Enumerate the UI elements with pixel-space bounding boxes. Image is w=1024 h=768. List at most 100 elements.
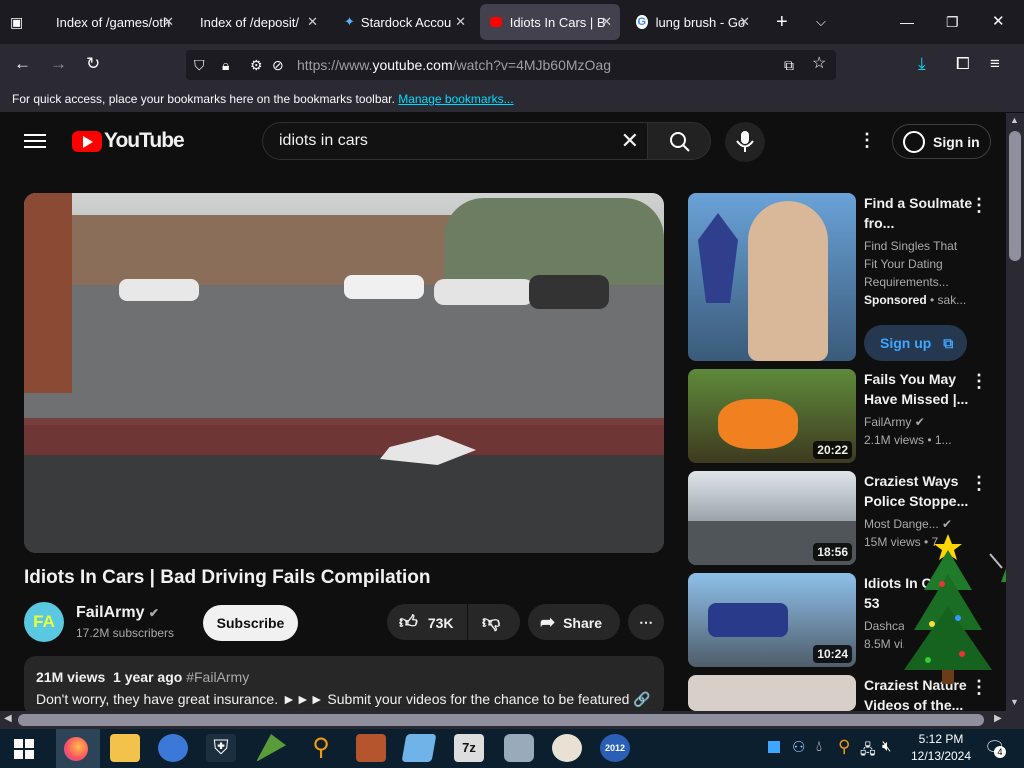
download-icon[interactable]: ⤓ — [918, 54, 926, 74]
kebab-icon[interactable]: ⋮ — [970, 195, 988, 216]
youtube-logo-text[interactable]: YouTube — [104, 129, 185, 153]
tray-search-icon[interactable]: ⚲ — [838, 737, 850, 757]
rec-channel[interactable]: Dashcam — [864, 617, 904, 635]
clock[interactable]: 5:12 PM 12/13/2024 — [910, 732, 972, 763]
people-app-icon[interactable] — [158, 734, 188, 762]
back-arrow-icon[interactable]: ← — [14, 54, 31, 74]
calendar-app-icon[interactable]: 2012 — [600, 734, 630, 762]
close-icon[interactable]: ✕ — [307, 14, 318, 30]
tray-people-icon[interactable]: ⚇ — [792, 738, 805, 756]
youtube-logo-icon[interactable] — [72, 131, 102, 152]
lock-icon[interactable]: 🔒︎ — [222, 55, 229, 75]
windows-start-icon[interactable] — [14, 739, 34, 759]
paint-app-icon[interactable] — [552, 734, 582, 762]
horizontal-scrollbar[interactable]: ◀ ▶ — [0, 711, 1024, 729]
security-shield-icon[interactable]: ⛨ — [206, 734, 236, 762]
close-icon[interactable]: ✕ — [601, 14, 612, 30]
search-input[interactable]: idiots in cars ✕ — [262, 122, 648, 160]
video-player[interactable] — [24, 193, 664, 553]
video-car — [434, 279, 534, 305]
new-tab-icon[interactable]: + — [776, 12, 788, 32]
network-icon[interactable]: 🖧︎ — [860, 739, 876, 763]
hashtag-link[interactable]: #FailArmy — [186, 669, 249, 685]
extensions-icon[interactable]: ⧠ — [956, 54, 970, 74]
url-text: https://www.youtube.com/watch?v=4MJb60Mz… — [297, 57, 611, 73]
photo-app-icon[interactable] — [356, 734, 386, 762]
sign-in-button[interactable]: Sign in — [892, 124, 991, 159]
minimize-icon[interactable]: — — [900, 12, 914, 32]
volume-muted-icon[interactable]: 🔇︎ — [882, 738, 891, 755]
vertical-scrollbar[interactable]: ▲ ▼ — [1006, 113, 1024, 711]
url-bar[interactable]: ⛉ 🔒︎ ⚙ ⊘ https://www.youtube.com/watch?v… — [186, 50, 836, 80]
kebab-icon[interactable]: ⋮ — [970, 371, 988, 392]
firefox-icon — [64, 737, 88, 761]
channel-avatar[interactable]: FA — [24, 602, 64, 642]
tab-label: lung brush - Go — [655, 14, 746, 30]
file-explorer-icon[interactable] — [110, 734, 140, 762]
tab-google[interactable]: Glung brush - Go ✕ — [626, 4, 758, 40]
scroll-right-icon[interactable]: ▶ — [994, 713, 1002, 724]
like-button[interactable]: 👍︎ 73K — [387, 604, 467, 640]
search-button[interactable] — [647, 122, 711, 160]
close-window-icon[interactable]: ✕ — [992, 12, 1005, 32]
tab-games[interactable]: Index of /games/oth ✕ — [46, 4, 182, 40]
manage-bookmarks-link[interactable]: Manage bookmarks... — [398, 92, 513, 106]
tab-youtube[interactable]: Idiots In Cars | B ✕ — [480, 4, 620, 40]
channel-name-row[interactable]: FailArmy ✔ — [76, 604, 159, 622]
scroll-left-icon[interactable]: ◀ — [4, 713, 12, 724]
rec-title[interactable]: Craziest Ways Police Stoppe... — [864, 471, 974, 511]
clear-search-icon[interactable]: ✕ — [621, 128, 639, 154]
menu-icon[interactable]: ≡ — [990, 54, 1000, 74]
video-stats: 21M views 1 year ago #FailArmy — [36, 669, 652, 685]
tray-drop-icon[interactable]: 💧︎ — [816, 738, 822, 755]
shield-icon[interactable]: ⛉ — [194, 55, 205, 75]
close-icon[interactable]: ✕ — [163, 14, 174, 30]
tab-stardock[interactable]: ✦ Stardock Accou ✕ — [334, 4, 474, 40]
voice-search-button[interactable] — [725, 122, 765, 162]
url-path: /watch?v=4MJb60MzOag — [452, 57, 611, 73]
ad-thumbnail[interactable] — [688, 193, 856, 361]
notes-app-icon[interactable] — [401, 734, 437, 762]
rec-thumbnail[interactable]: 18:56 — [688, 471, 856, 565]
description-box[interactable]: 21M views 1 year ago #FailArmy Don't wor… — [24, 656, 664, 716]
restore-icon[interactable]: ❐ — [946, 12, 959, 32]
monitor-app-icon[interactable] — [504, 734, 534, 762]
rec-thumbnail[interactable]: 20:22 — [688, 369, 856, 463]
hamburger-menu-icon[interactable] — [24, 130, 46, 152]
rec-channel[interactable]: FailArmy — [864, 415, 911, 429]
hscrollbar-thumb[interactable] — [18, 714, 984, 726]
channel-name[interactable]: FailArmy — [76, 604, 144, 621]
rec-thumbnail[interactable]: 10:24 — [688, 573, 856, 667]
tab-deposit[interactable]: Index of /deposit/ ✕ — [190, 4, 326, 40]
rec-title[interactable]: Find a Soulmate fro... — [864, 193, 974, 233]
7zip-icon[interactable]: 7z — [454, 734, 484, 762]
ad-signup-button[interactable]: Sign up ⧉ — [864, 325, 967, 361]
kebab-icon[interactable]: ⋮ — [970, 473, 988, 494]
close-icon[interactable]: ✕ — [455, 14, 466, 30]
settings-kebab-icon[interactable]: ⋮ — [858, 130, 876, 151]
tab-list-icon[interactable]: ▣ — [10, 12, 23, 32]
forward-arrow-icon[interactable]: → — [50, 54, 67, 74]
share-button[interactable]: ➦ Share — [528, 604, 620, 640]
video-car — [344, 275, 424, 299]
bookmark-star-icon[interactable]: ☆ — [812, 54, 826, 74]
dislike-button[interactable]: 👎︎ — [468, 604, 520, 640]
reload-icon[interactable]: ↻ — [86, 54, 100, 74]
chevron-down-icon[interactable]: ⌵ — [816, 12, 826, 32]
tracking-icon[interactable]: ⊘ — [272, 55, 284, 75]
taskbar-firefox[interactable] — [56, 729, 100, 768]
scroll-up-icon[interactable]: ▲ — [1010, 115, 1019, 125]
more-actions-button[interactable]: ⋯ — [628, 604, 664, 640]
rec-thumbnail[interactable] — [688, 675, 856, 711]
search-app-icon[interactable]: ⚲ — [306, 734, 336, 762]
picture-in-picture-icon[interactable]: ⧉ — [784, 55, 794, 75]
permissions-icon[interactable]: ⚙ — [250, 55, 263, 75]
scrollbar-thumb[interactable] — [1009, 131, 1021, 261]
rec-title[interactable]: Fails You May Have Missed |... — [864, 369, 974, 409]
subscribe-button[interactable]: Subscribe — [203, 605, 298, 641]
scroll-down-icon[interactable]: ▼ — [1010, 697, 1019, 707]
notifications-icon[interactable]: 🗨︎4 — [984, 738, 1006, 758]
close-icon[interactable]: ✕ — [739, 14, 750, 30]
tray-app-icon[interactable] — [768, 741, 780, 753]
url-prefix: https://www. — [297, 57, 373, 73]
